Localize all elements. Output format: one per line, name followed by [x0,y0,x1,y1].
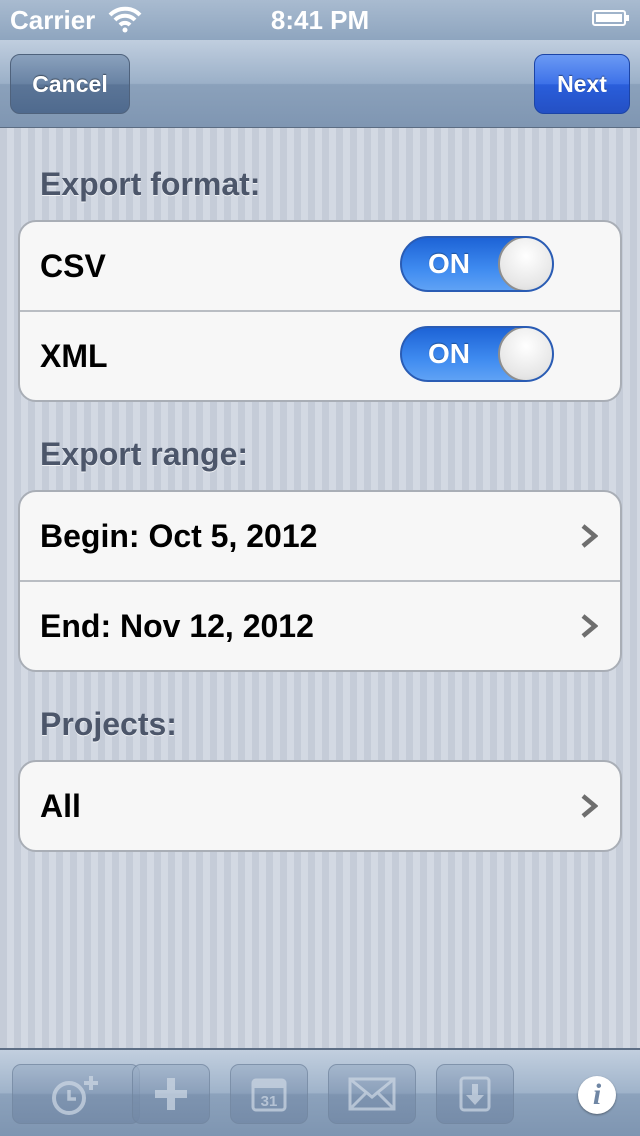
chevron-right-icon [581,524,598,548]
begin-date-row[interactable]: Begin: Oct 5, 2012 [20,492,620,580]
calendar-day: 31 [261,1093,278,1110]
begin-date-label: Begin: Oct 5, 2012 [40,518,318,554]
cancel-button[interactable]: Cancel [10,54,130,114]
mail-icon [348,1077,396,1111]
bottom-toolbar: 31 i [0,1048,640,1136]
projects-header: Projects: [40,706,177,742]
csv-label: CSV [40,248,106,284]
export-range-header: Export range: [40,436,249,472]
battery-icon [592,10,629,26]
csv-row: CSV ON [20,222,620,310]
mail-button[interactable] [328,1064,416,1124]
calendar-button[interactable]: 31 [230,1064,308,1124]
navigation-bar: Cancel Next [0,40,640,128]
add-timer-button[interactable] [12,1064,140,1124]
toggle-knob [498,238,552,290]
xml-toggle-state: ON [428,338,470,369]
projects-group: All [18,760,622,852]
calendar-icon: 31 [251,1078,287,1112]
export-range-group: Begin: Oct 5, 2012 End: Nov 12, 2012 [18,490,622,672]
export-format-group: CSV ON XML ON [18,220,622,402]
toggle-knob [498,328,552,380]
csv-toggle[interactable]: ON [400,236,554,292]
xml-row: XML ON [20,310,620,400]
plus-icon [155,1078,187,1110]
end-date-row[interactable]: End: Nov 12, 2012 [20,580,620,670]
chevron-right-icon [581,614,598,638]
csv-toggle-state: ON [428,248,470,279]
xml-toggle[interactable]: ON [400,326,554,382]
projects-value: All [40,788,81,824]
add-button[interactable] [132,1064,210,1124]
end-date-label: End: Nov 12, 2012 [40,608,314,644]
status-bar: Carrier 8:41 PM [0,0,640,40]
xml-label: XML [40,338,108,374]
info-icon[interactable]: i [578,1076,616,1114]
chevron-right-icon [581,794,598,818]
clock: 8:41 PM [270,5,370,35]
next-button[interactable]: Next [534,54,630,114]
download-icon [459,1076,491,1112]
download-button[interactable] [436,1064,514,1124]
export-format-header: Export format: [40,166,261,202]
timer-add-icon [52,1076,98,1115]
projects-row[interactable]: All [20,762,620,850]
